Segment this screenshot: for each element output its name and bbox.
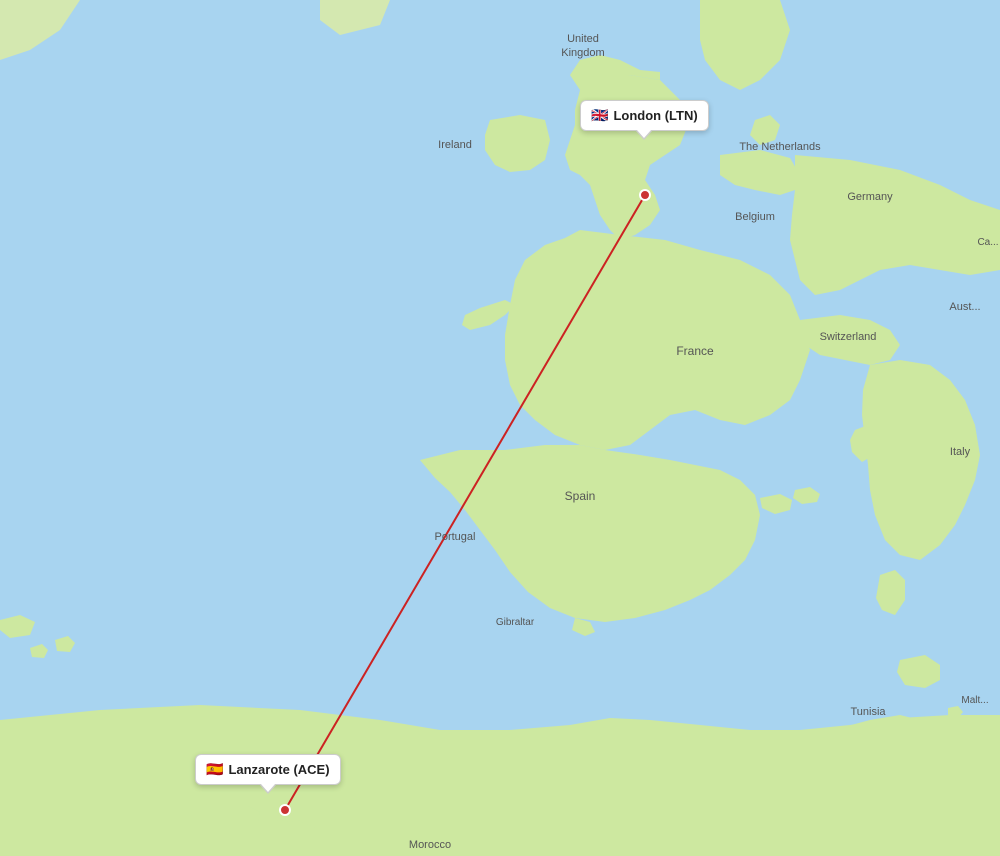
label-malta: Malt...	[961, 695, 988, 706]
label-italy: Italy	[950, 446, 971, 458]
label-portugal: Portugal	[435, 531, 476, 543]
label-austria: Aust...	[949, 301, 980, 313]
label-united-kingdom: United	[567, 33, 599, 45]
lanzarote-label: Lanzarote (ACE)	[228, 762, 329, 777]
label-tunisia: Tunisia	[850, 706, 886, 718]
map-svg: United Kingdom Ireland The Netherlands G…	[0, 0, 1000, 856]
london-bubble: 🇬🇧 London (LTN)	[580, 100, 709, 131]
label-ireland: Ireland	[438, 139, 472, 151]
label-netherlands: The Netherlands	[739, 141, 821, 153]
london-dot	[640, 190, 650, 200]
label-germany: Germany	[847, 191, 893, 203]
london-label: London (LTN)	[613, 108, 697, 123]
label-france: France	[676, 344, 714, 358]
lanzarote-dot	[280, 805, 290, 815]
label-switzerland: Switzerland	[820, 331, 877, 343]
label-belgium: Belgium	[735, 211, 775, 223]
svg-text:Kingdom: Kingdom	[561, 47, 604, 59]
lanzarote-flag: 🇪🇸	[206, 761, 223, 778]
label-spain: Spain	[565, 489, 596, 503]
label-morocco: Morocco	[409, 839, 451, 851]
label-ca: Ca...	[977, 237, 998, 248]
label-gibraltar: Gibraltar	[496, 617, 535, 628]
lanzarote-bubble: 🇪🇸 Lanzarote (ACE)	[195, 754, 341, 785]
map-container: United Kingdom Ireland The Netherlands G…	[0, 0, 1000, 856]
london-flag: 🇬🇧	[591, 107, 608, 124]
